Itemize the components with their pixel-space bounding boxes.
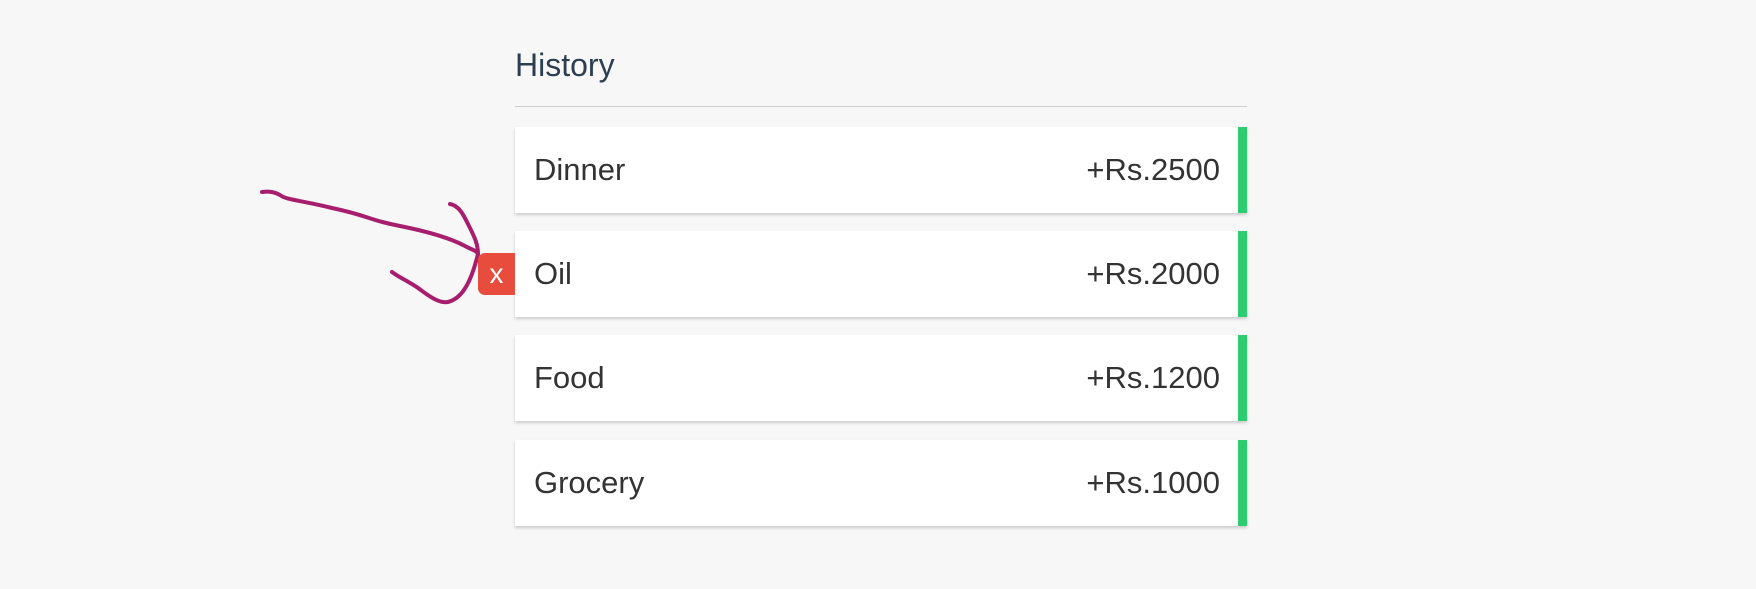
transaction-item-dinner[interactable]: Dinner +Rs.2500 <box>515 127 1247 213</box>
transaction-item-grocery[interactable]: Grocery +Rs.1000 <box>515 440 1247 526</box>
transaction-label: Dinner <box>534 152 626 187</box>
history-panel: History Dinner +Rs.2500 x Oil +Rs.2000 F… <box>478 0 1247 589</box>
history-divider <box>515 106 1247 107</box>
transaction-item-oil[interactable]: x Oil +Rs.2000 <box>478 231 1247 317</box>
transaction-item-food[interactable]: Food +Rs.1200 <box>515 335 1247 421</box>
page: History Dinner +Rs.2500 x Oil +Rs.2000 F… <box>0 0 1756 589</box>
delete-button[interactable]: x <box>478 253 515 295</box>
history-title: History <box>515 47 615 83</box>
transaction-amount: +Rs.1000 <box>1086 465 1220 500</box>
transaction-label: Oil <box>534 256 572 291</box>
transaction-label: Grocery <box>534 465 645 500</box>
transaction-amount: +Rs.1200 <box>1086 360 1220 395</box>
transaction-label: Food <box>534 360 605 395</box>
transaction-amount: +Rs.2000 <box>1086 256 1220 291</box>
transaction-amount: +Rs.2500 <box>1086 152 1220 187</box>
